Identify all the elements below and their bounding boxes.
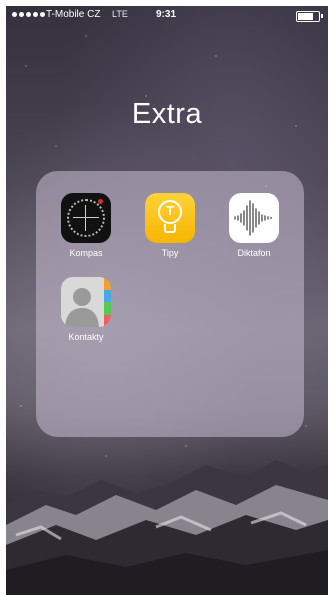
folder-panel: Kompas T Tipy Diktafon Kontakty: [36, 171, 304, 437]
app-diktafon[interactable]: Diktafon: [222, 193, 286, 258]
status-bar: T-Mobile CZ LTE 9:31: [6, 6, 328, 26]
app-label: Tipy: [161, 248, 179, 258]
app-kontakty[interactable]: Kontakty: [54, 277, 118, 342]
compass-icon[interactable]: [61, 193, 111, 243]
mountain-wallpaper: [6, 460, 328, 595]
network-type: LTE: [112, 9, 128, 19]
app-label: Diktafon: [237, 248, 271, 258]
app-label: Kompas: [69, 248, 103, 258]
device-frame: T-Mobile CZ LTE 9:31 Extra Kompas T Tipy…: [0, 0, 334, 595]
folder-title[interactable]: Extra: [6, 98, 328, 131]
battery-icon: [296, 11, 320, 22]
clock: 9:31: [156, 9, 177, 20]
app-kompas[interactable]: Kompas: [54, 193, 118, 258]
contacts-icon[interactable]: [61, 277, 111, 327]
contacts-tabs: [104, 277, 111, 327]
waveform-icon[interactable]: [229, 193, 279, 243]
battery-tip: [321, 14, 323, 18]
battery-level: [298, 13, 314, 20]
app-label: Kontakty: [68, 332, 104, 342]
home-screen: T-Mobile CZ LTE 9:31 Extra Kompas T Tipy…: [6, 6, 328, 595]
signal-strength-icon: [12, 12, 45, 17]
lightbulb-icon[interactable]: T: [145, 193, 195, 243]
app-tipy[interactable]: T Tipy: [138, 193, 202, 258]
carrier-name: T-Mobile CZ: [46, 9, 101, 20]
